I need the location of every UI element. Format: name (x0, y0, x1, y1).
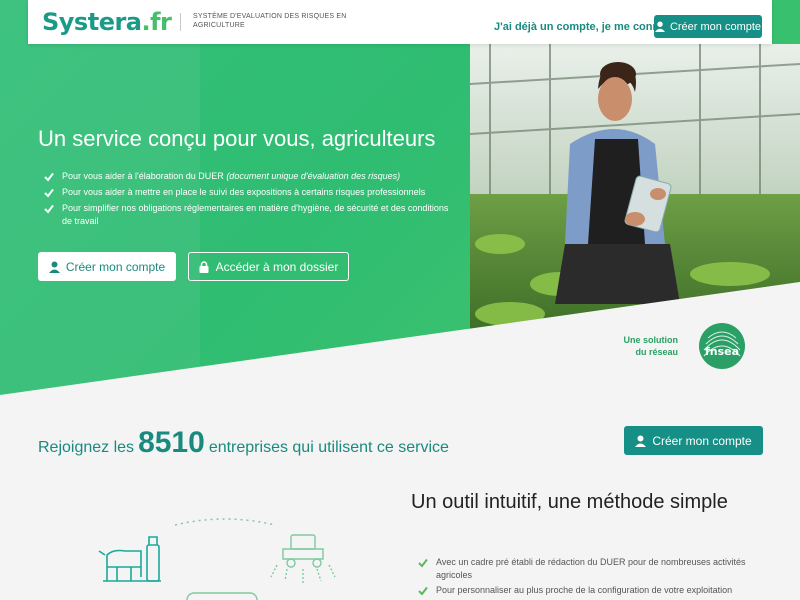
tool-section-title: Un outil intuitif, une méthode simple (411, 491, 728, 513)
logo-main: Systera (42, 8, 142, 36)
hero-benefit-text: Pour vous aider à l'élaboration du DUER (62, 171, 227, 181)
network-caption: Une solution du réseau (600, 334, 679, 358)
hero-create-account-button[interactable]: Créer mon compte (38, 252, 176, 281)
access-dossier-label: Accéder à mon dossier (215, 259, 339, 274)
fnsea-logo-text: fnsea (705, 345, 739, 358)
join-create-account-button[interactable]: Créer mon compte (624, 426, 763, 455)
hero-benefit-item: Pour simplifier nos obligations réglemen… (44, 202, 454, 228)
header-create-account-label: Créer mon compte (669, 20, 762, 33)
hero-benefits-list: Pour vous aider à l'élaboration du DUER … (44, 170, 454, 231)
checkmark-icon (44, 172, 54, 182)
logo-text: Systera.fr (42, 8, 172, 36)
network-caption-line1: Une solution (623, 335, 679, 345)
hero-benefit-item: Pour vous aider à mettre en place le sui… (44, 186, 454, 199)
systera-logo[interactable]: Systera.fr (42, 8, 172, 36)
illustration-pill (186, 592, 258, 600)
tractor-icon (270, 534, 336, 583)
join-banner: Rejoignez les 8510 entreprises qui utili… (38, 426, 449, 460)
join-create-account-label: Créer mon compte (652, 433, 752, 448)
checkmark-icon (418, 558, 428, 568)
lock-icon (199, 260, 209, 273)
tool-benefits-list: Avec un cadre pré établi de rédaction du… (418, 556, 768, 599)
farm-illustration (98, 518, 336, 600)
site-header: Systera.fr SYSTÈME D'EVALUATION DES RISQ… (28, 0, 772, 44)
tool-benefit-text: Pour personnaliser au plus proche de la … (436, 585, 733, 595)
fnsea-logo[interactable]: fnsea (698, 322, 746, 370)
user-icon (635, 435, 647, 447)
checkmark-icon (418, 586, 428, 596)
join-prefix: Rejoignez les (38, 439, 135, 456)
access-dossier-button[interactable]: Accéder à mon dossier (188, 252, 349, 281)
header-create-account-button[interactable]: Créer mon compte (654, 15, 762, 38)
hero-create-account-label: Créer mon compte (65, 259, 166, 274)
hero-benefit-text: Pour simplifier nos obligations réglemen… (62, 203, 449, 226)
join-suffix: entreprises qui utilisent ce service (208, 439, 449, 456)
user-icon (654, 21, 665, 32)
checkmark-icon (44, 188, 54, 198)
user-icon (48, 261, 60, 273)
checkmark-icon (44, 204, 54, 214)
tool-benefit-item: Avec un cadre pré établi de rédaction du… (418, 556, 768, 582)
logo-tld: .fr (141, 8, 172, 36)
hero-benefit-item: Pour vous aider à l'élaboration du DUER … (44, 170, 454, 183)
hero-benefit-text: Pour vous aider à mettre en place le sui… (62, 187, 426, 197)
hero-benefit-emphasis: (document unique d'évaluation des risque… (226, 171, 401, 181)
site-tagline: SYSTÈME D'EVALUATION DES RISQUES EN AGRI… (193, 13, 347, 29)
hero-title: Un service conçu pour vous, agriculteurs (38, 126, 436, 151)
network-caption-line2: du réseau (635, 347, 678, 357)
hero-section: Un service conçu pour vous, agriculteurs… (0, 0, 800, 395)
company-count: 8510 (138, 426, 205, 459)
tool-benefit-text: Avec un cadre pré établi de rédaction du… (436, 557, 746, 580)
logo-divider (180, 13, 181, 31)
tool-benefit-item: Pour personnaliser au plus proche de la … (418, 584, 768, 597)
cow-icon (98, 536, 161, 582)
